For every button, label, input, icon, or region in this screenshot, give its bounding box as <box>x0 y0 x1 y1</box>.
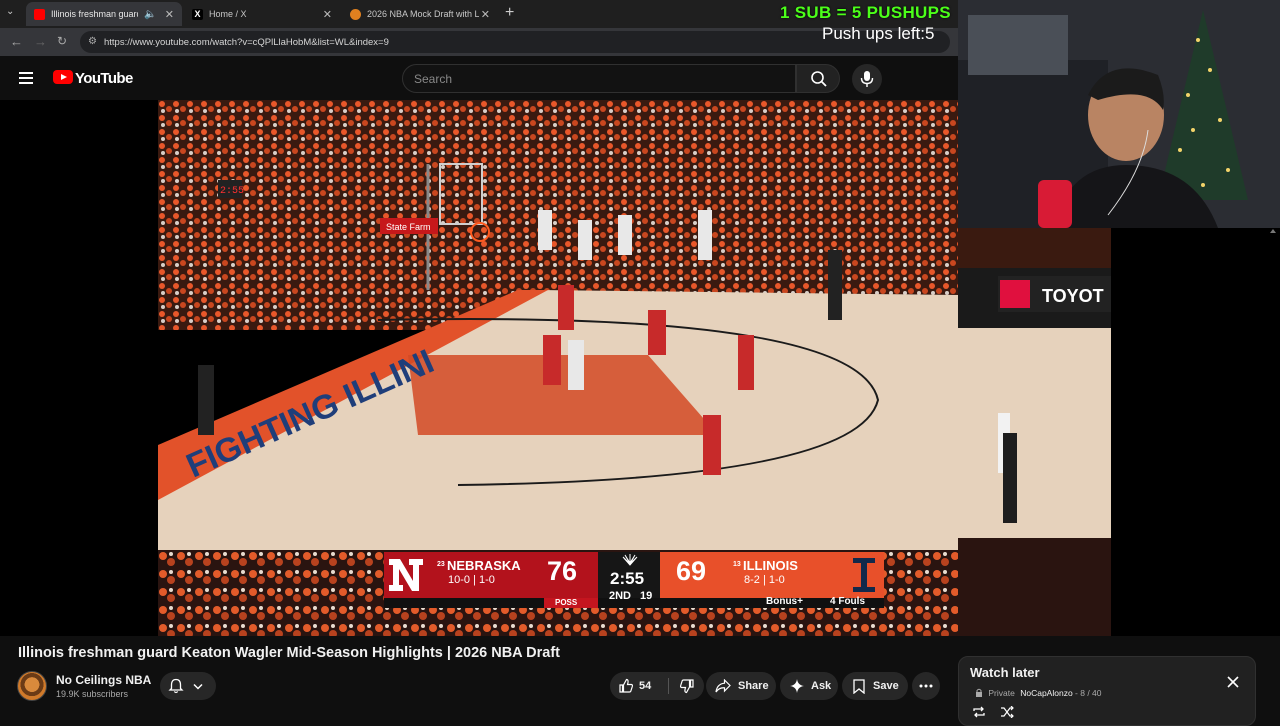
like-count: 54 <box>639 680 652 692</box>
back-arrow-icon[interactable]: ← <box>10 34 23 49</box>
home-record: 8-2 | 1-0 <box>744 574 785 586</box>
x-favicon-icon: X <box>192 8 203 20</box>
home-score: 69 <box>676 556 707 586</box>
pushups-counter: Push ups left:5 <box>822 24 935 43</box>
team-fouls: 4 Fouls <box>830 596 866 607</box>
channel-name[interactable]: No Ceilings NBA <box>56 673 151 687</box>
video-frame-extension: TOYOT <box>958 228 1111 636</box>
shuffle-icon[interactable] <box>1000 706 1014 718</box>
playlist-privacy: Private <box>988 688 1015 698</box>
thumbs-down-icon <box>679 679 694 694</box>
court-scene-right: TOYOT <box>958 228 1111 636</box>
bell-icon <box>168 678 184 694</box>
site-info-icon[interactable]: ⚙ <box>88 36 97 47</box>
close-tab-icon[interactable]: ✕ <box>165 8 174 21</box>
scrollbar-up-arrow-icon[interactable] <box>1270 228 1276 234</box>
sub-goal-overlay: 1 SUB = 5 PUSHUPS <box>780 3 951 22</box>
playlist-position: 8 / 40 <box>1080 688 1102 698</box>
share-button[interactable]: Share <box>706 672 776 700</box>
reload-icon[interactable]: ↻ <box>57 34 67 48</box>
search-button[interactable] <box>796 64 840 93</box>
nbc-peacock-icon <box>622 554 638 566</box>
loop-icon[interactable] <box>972 706 986 718</box>
close-tab-icon[interactable]: ✕ <box>323 8 332 21</box>
tab-list-chevron-icon[interactable]: ⌄ <box>6 6 14 17</box>
tab-youtube-video[interactable]: Illinois freshman guard Kea 🔈 ✕ <box>26 2 182 26</box>
more-horizontal-icon <box>919 684 933 688</box>
microphone-icon <box>860 71 874 87</box>
sparkle-icon <box>790 679 804 693</box>
tab-title: Illinois freshman guard Kea <box>51 9 138 19</box>
tab-mock-draft[interactable]: 2026 NBA Mock Draft with Lot ✕ <box>342 2 498 26</box>
bookmark-icon <box>853 678 865 694</box>
youtube-wordmark[interactable]: YouTube <box>75 70 133 87</box>
tab-title: Home / X <box>209 9 247 19</box>
voice-search-button[interactable] <box>852 64 882 94</box>
save-label: Save <box>873 680 899 692</box>
like-dislike-group: 54 <box>610 672 704 700</box>
url-text[interactable]: https://www.youtube.com/watch?v=cQPlLlaH… <box>104 37 389 48</box>
tab-x-home[interactable]: X Home / X ✕ <box>184 2 340 26</box>
streamer-webcam <box>958 0 1280 228</box>
playlist-title[interactable]: Watch later <box>970 665 1040 680</box>
nebraska-n-logo <box>389 559 423 591</box>
youtube-favicon-icon <box>34 8 45 20</box>
thumbs-up-icon <box>619 678 634 693</box>
chevron-down-icon <box>193 683 203 690</box>
dislike-button[interactable] <box>670 672 704 700</box>
close-tab-icon[interactable]: ✕ <box>481 8 490 21</box>
bonus-indicator: Bonus+ <box>766 596 803 607</box>
ask-label: Ask <box>811 680 832 692</box>
possession-indicator: POSS <box>555 598 578 607</box>
ask-button[interactable]: Ask <box>780 672 838 700</box>
subscriber-count: 19.9K subscribers <box>56 689 129 699</box>
away-score: 76 <box>547 556 578 586</box>
new-tab-plus-icon[interactable]: + <box>505 4 514 22</box>
tab-title: 2026 NBA Mock Draft with Lot <box>367 9 479 19</box>
close-icon[interactable] <box>1226 675 1240 689</box>
webcam-overlay <box>958 0 1280 228</box>
playlist-owner[interactable]: NoCapAlonzo <box>1020 688 1072 698</box>
lock-icon <box>976 688 982 697</box>
game-clock: 2:55 <box>610 569 645 588</box>
game-period: 2ND <box>609 590 632 602</box>
sponsor-banner: State Farm <box>386 222 431 232</box>
like-divider <box>668 678 669 694</box>
youtube-logo-icon[interactable] <box>53 70 73 84</box>
home-rank: 13 <box>733 561 741 568</box>
scoreboard: 23 NEBRASKA 10-0 | 1-0 76 POSS 2:55 2ND … <box>384 552 884 608</box>
board-ad: TOYOT <box>1042 286 1104 306</box>
away-rank: 23 <box>437 561 445 568</box>
search-icon <box>811 71 827 87</box>
search-placeholder: Search <box>414 72 453 86</box>
share-icon <box>715 679 731 693</box>
search-input[interactable] <box>402 64 796 93</box>
notification-bell-button[interactable] <box>160 672 216 700</box>
video-title: Illinois freshman guard Keaton Wagler Mi… <box>18 645 560 661</box>
playlist-meta: Private NoCapAlonzo - 8 / 40 <box>975 688 1102 698</box>
channel-avatar[interactable] <box>17 671 47 701</box>
save-button[interactable]: Save <box>842 672 908 700</box>
forward-arrow-icon[interactable]: → <box>34 34 47 49</box>
away-record: 10-0 | 1-0 <box>448 574 495 586</box>
like-button[interactable]: 54 <box>610 672 668 700</box>
illinois-block-i-logo <box>851 556 877 594</box>
basketball-favicon-icon <box>350 8 361 20</box>
home-team-name: ILLINOIS <box>743 558 798 573</box>
away-team-name: NEBRASKA <box>447 558 521 573</box>
shot-clock: 19 <box>640 590 653 602</box>
share-label: Share <box>738 680 769 692</box>
speaker-icon[interactable]: 🔈 <box>144 9 156 20</box>
more-actions-button[interactable] <box>912 672 940 700</box>
hamburger-menu-icon[interactable] <box>19 72 33 84</box>
arena-clock: 2:55 <box>220 186 244 197</box>
